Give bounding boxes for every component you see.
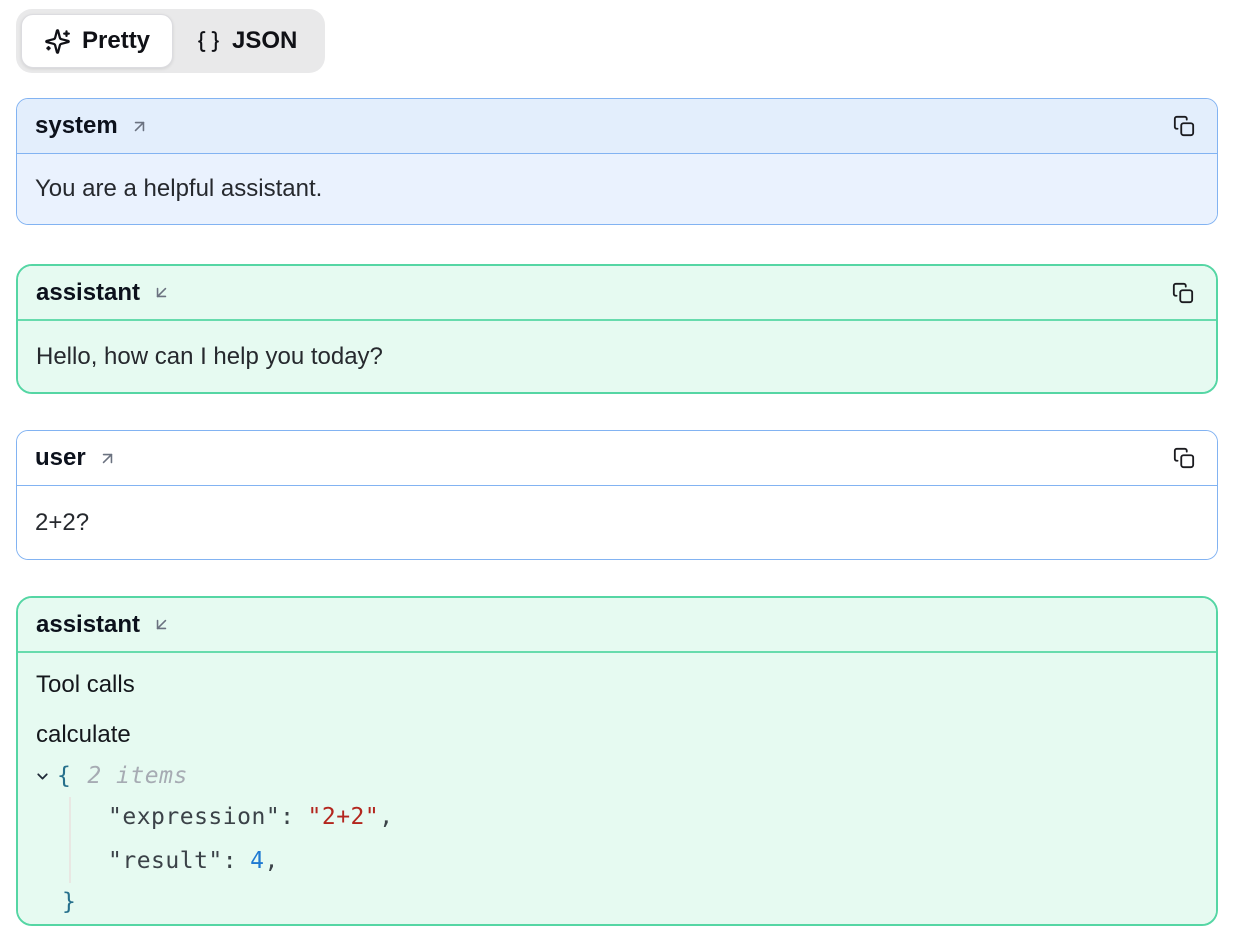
copy-icon — [1173, 447, 1195, 469]
tree-guide-line — [69, 797, 71, 883]
sparkles-icon — [44, 28, 71, 55]
message-header: assistant — [18, 598, 1216, 653]
json-comma: , — [379, 801, 393, 833]
json-key: "expression": — [108, 801, 295, 833]
tool-calls-label: Tool calls — [36, 669, 1198, 701]
chevron-down-icon[interactable] — [34, 768, 51, 785]
copy-icon — [1172, 282, 1194, 304]
json-close-brace: } — [62, 886, 76, 918]
message-header: assistant — [18, 266, 1216, 321]
role-label: system — [35, 112, 118, 140]
message-header: system — [17, 99, 1217, 154]
message-header: user — [17, 431, 1217, 486]
braces-icon — [196, 29, 221, 54]
json-entry-row: "expression": "2+2" , — [34, 795, 1198, 839]
message-content: 2+2? — [17, 486, 1217, 559]
message-card-user: user 2+2? — [16, 430, 1218, 560]
json-value: 4 — [250, 845, 264, 877]
message-card-assistant-tool: assistant Tool calls calculate { 2 items — [16, 596, 1218, 926]
json-value: "2+2" — [308, 801, 380, 833]
json-items-count: 2 items — [87, 760, 187, 792]
tab-json[interactable]: JSON — [173, 14, 320, 68]
json-tree-root-row: { 2 items — [34, 757, 1198, 795]
tool-name: calculate — [36, 719, 1198, 751]
arrow-up-right-icon — [98, 449, 117, 468]
json-entry-row: "result": 4 , — [34, 839, 1198, 883]
json-tree-close-row: } — [34, 883, 1198, 921]
json-comma: , — [264, 845, 278, 877]
tool-calls-section: Tool calls calculate { 2 items "expressi… — [18, 653, 1216, 926]
arrow-down-left-icon — [152, 283, 171, 302]
message-content: Hello, how can I help you today? — [18, 321, 1216, 392]
json-tree: { 2 items "expression": "2+2" , "result"… — [34, 757, 1198, 921]
json-key: "result": — [108, 845, 237, 877]
tab-pretty-label: Pretty — [82, 27, 150, 55]
arrow-down-left-icon — [152, 615, 171, 634]
tab-json-label: JSON — [232, 27, 297, 55]
message-card-assistant: assistant Hello, how can I help you toda… — [16, 264, 1218, 394]
copy-icon — [1173, 115, 1195, 137]
role-label: assistant — [36, 611, 140, 639]
message-content: You are a helpful assistant. — [17, 154, 1217, 224]
copy-button[interactable] — [1171, 113, 1197, 139]
tab-pretty[interactable]: Pretty — [21, 14, 173, 68]
role-label: user — [35, 444, 86, 472]
message-card-system: system You are a helpful assistant. — [16, 98, 1218, 225]
view-toggle: Pretty JSON — [16, 9, 325, 73]
role-label: assistant — [36, 279, 140, 307]
copy-button[interactable] — [1171, 445, 1197, 471]
copy-button[interactable] — [1170, 280, 1196, 306]
json-open-brace: { — [57, 760, 71, 792]
arrow-up-right-icon — [130, 117, 149, 136]
